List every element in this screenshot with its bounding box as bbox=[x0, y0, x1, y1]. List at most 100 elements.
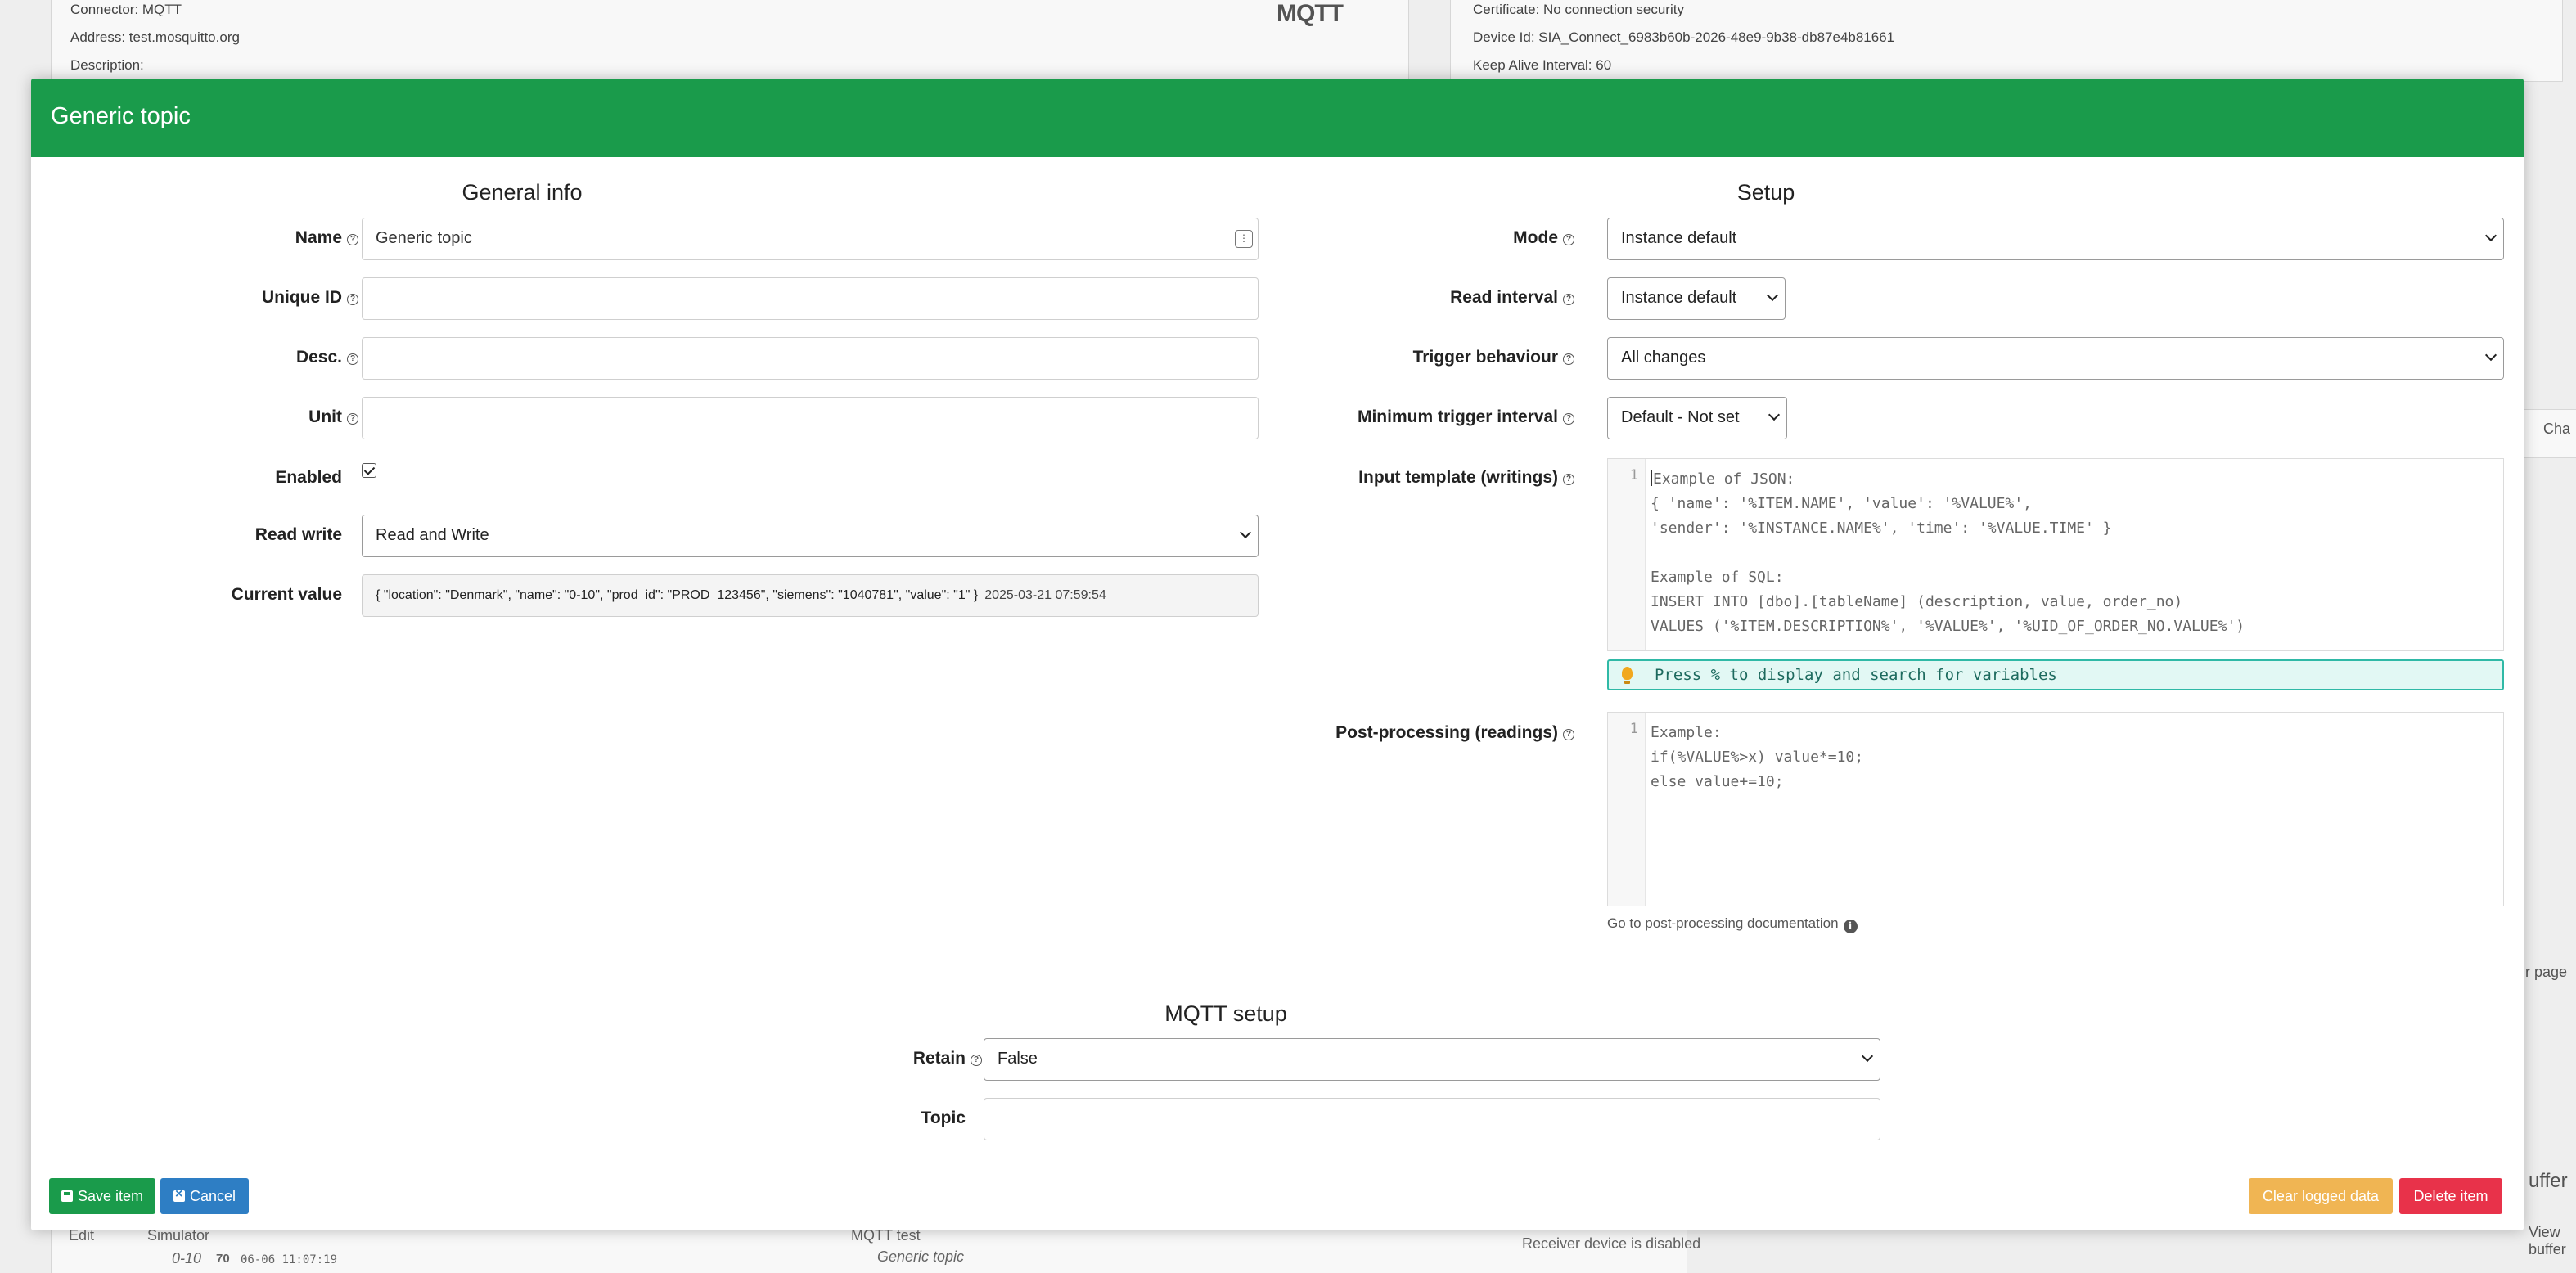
retain-select[interactable]: False bbox=[984, 1038, 1880, 1081]
help-icon[interactable]: ? bbox=[1563, 474, 1574, 485]
general-info-heading: General info bbox=[462, 180, 583, 205]
current-value-timestamp: 2025-03-21 07:59:54 bbox=[984, 588, 1106, 602]
desc-label-text: Desc. bbox=[295, 348, 342, 367]
setup-heading: Setup bbox=[1736, 180, 1795, 205]
unique-id-label: Unique ID? bbox=[262, 288, 358, 308]
post-processing-editor[interactable]: 1 Example: if(%VALUE%>x) value*=10; else… bbox=[1607, 712, 2504, 906]
save-item-label: Save item bbox=[77, 1188, 144, 1204]
mode-label: Mode? bbox=[1513, 228, 1574, 248]
post-processing-label: Post-processing (readings)? bbox=[1335, 723, 1574, 743]
help-icon[interactable]: ? bbox=[347, 294, 358, 305]
unit-label-text: Unit bbox=[308, 407, 342, 426]
variables-hint-text: Press % to display and search for variab… bbox=[1655, 666, 2057, 684]
post-processing-label-text: Post-processing (readings) bbox=[1335, 723, 1558, 742]
read-write-label: Read write bbox=[254, 525, 342, 544]
cancel-label: Cancel bbox=[189, 1188, 236, 1204]
chevron-down-icon bbox=[1766, 289, 1779, 302]
read-interval-label: Read interval? bbox=[1450, 288, 1574, 308]
name-label-text: Name bbox=[295, 228, 342, 247]
code-line: Example of JSON: bbox=[1651, 467, 2245, 492]
trigger-behaviour-label: Trigger behaviour? bbox=[1413, 348, 1574, 367]
read-interval-label-text: Read interval bbox=[1450, 288, 1558, 307]
edit-item-modal: Generic topic General info Name? Generic… bbox=[31, 79, 2524, 1230]
modal-header: Generic topic bbox=[31, 79, 2524, 157]
close-square-icon bbox=[173, 1186, 185, 1203]
topic-input[interactable] bbox=[984, 1098, 1880, 1140]
desc-input[interactable] bbox=[362, 337, 1259, 380]
help-icon[interactable]: ? bbox=[347, 234, 358, 245]
help-icon[interactable]: ? bbox=[347, 353, 358, 365]
code-line: 'sender': '%INSTANCE.NAME%', 'time': '%V… bbox=[1651, 520, 2112, 537]
floppy-disk-icon bbox=[61, 1190, 73, 1202]
retain-label-text: Retain bbox=[912, 1049, 966, 1068]
chevron-down-icon bbox=[1861, 1050, 1874, 1063]
unit-input[interactable] bbox=[362, 397, 1259, 439]
min-trigger-interval-label-text: Minimum trigger interval bbox=[1357, 407, 1558, 426]
delete-item-button[interactable]: Delete item bbox=[2399, 1178, 2502, 1214]
context-menu-icon[interactable]: ⋮ bbox=[1235, 230, 1253, 248]
variables-hint: Press % to display and search for variab… bbox=[1607, 659, 2504, 690]
post-processing-doc-link[interactable]: Go to post-processing documentation i bbox=[1607, 915, 1858, 933]
line-number-gutter: 1 bbox=[1608, 713, 1646, 906]
clear-logged-data-button[interactable]: Clear logged data bbox=[2249, 1178, 2393, 1214]
post-processing-lines: Example: if(%VALUE%>x) value*=10; else v… bbox=[1651, 721, 1863, 794]
code-line: if(%VALUE%>x) value*=10; bbox=[1651, 749, 1864, 766]
unique-id-label-text: Unique ID bbox=[262, 288, 342, 307]
min-trigger-interval-select[interactable]: Default - Not set bbox=[1607, 397, 1787, 439]
retain-label: Retain? bbox=[913, 1049, 982, 1068]
code-line: Example: bbox=[1651, 724, 1722, 741]
cancel-button[interactable]: Cancel bbox=[160, 1178, 249, 1214]
line-number-gutter: 1 bbox=[1608, 459, 1646, 650]
modal-title: Generic topic bbox=[51, 103, 191, 129]
help-icon[interactable]: ? bbox=[347, 413, 358, 425]
name-label: Name? bbox=[295, 228, 358, 248]
enabled-label: Enabled bbox=[275, 468, 342, 487]
name-input[interactable]: Generic topic ⋮ bbox=[362, 218, 1259, 260]
help-icon[interactable]: ? bbox=[1563, 413, 1574, 425]
code-line: VALUES ('%ITEM.DESCRIPTION%', '%VALUE%',… bbox=[1651, 618, 2245, 635]
input-template-lines: Example of JSON: { 'name': '%ITEM.NAME',… bbox=[1651, 467, 2245, 639]
unit-label: Unit? bbox=[308, 407, 358, 427]
save-item-button[interactable]: Save item bbox=[49, 1178, 155, 1214]
current-value-label: Current value bbox=[231, 585, 342, 604]
line-number: 1 bbox=[1629, 721, 1638, 737]
mode-select[interactable]: Instance default bbox=[1607, 218, 2504, 260]
line-number: 1 bbox=[1629, 467, 1638, 484]
mode-label-text: Mode bbox=[1513, 228, 1558, 247]
retain-value: False bbox=[998, 1050, 1038, 1068]
read-write-select[interactable]: Read and Write bbox=[362, 515, 1259, 557]
current-value-field: { "location": "Denmark", "name": "0-10",… bbox=[362, 574, 1259, 617]
enabled-checkbox[interactable] bbox=[362, 463, 376, 478]
read-write-value: Read and Write bbox=[376, 526, 489, 544]
chevron-down-icon bbox=[2484, 349, 2497, 362]
help-icon[interactable]: ? bbox=[1563, 353, 1574, 365]
chevron-down-icon bbox=[1239, 526, 1252, 539]
read-interval-select[interactable]: Instance default bbox=[1607, 277, 1786, 320]
input-template-label: Input template (writings)? bbox=[1358, 468, 1574, 488]
trigger-behaviour-value: All changes bbox=[1621, 349, 1706, 367]
desc-label: Desc.? bbox=[296, 348, 358, 367]
lightbulb-icon bbox=[1622, 667, 1633, 684]
min-trigger-interval-label: Minimum trigger interval? bbox=[1358, 407, 1574, 427]
input-template-label-text: Input template (writings) bbox=[1358, 468, 1558, 487]
help-icon[interactable]: ? bbox=[1563, 294, 1574, 305]
unique-id-input[interactable] bbox=[362, 277, 1259, 320]
min-trigger-interval-value: Default - Not set bbox=[1621, 408, 1740, 426]
code-line: { 'name': '%ITEM.NAME', 'value': '%VALUE… bbox=[1651, 495, 2032, 512]
code-line: INSERT INTO [dbo].[tableName] (descripti… bbox=[1651, 593, 2183, 610]
current-value-text: { "location": "Denmark", "name": "0-10",… bbox=[376, 588, 979, 602]
code-line-text: Example of JSON: bbox=[1653, 470, 1795, 488]
doc-link-text: Go to post-processing documentation bbox=[1607, 915, 1839, 931]
info-circle-icon: i bbox=[1843, 920, 1858, 933]
help-icon[interactable]: ? bbox=[1563, 234, 1574, 245]
chevron-down-icon bbox=[1768, 408, 1781, 421]
help-icon[interactable]: ? bbox=[1563, 729, 1574, 740]
text-cursor bbox=[1651, 470, 1652, 486]
trigger-behaviour-label-text: Trigger behaviour bbox=[1412, 348, 1558, 367]
help-icon[interactable]: ? bbox=[971, 1055, 982, 1066]
mode-value: Instance default bbox=[1621, 229, 1737, 247]
trigger-behaviour-select[interactable]: All changes bbox=[1607, 337, 2504, 380]
name-input-value: Generic topic bbox=[376, 229, 472, 247]
input-template-editor[interactable]: 1 Example of JSON: { 'name': '%ITEM.NAME… bbox=[1607, 458, 2504, 651]
